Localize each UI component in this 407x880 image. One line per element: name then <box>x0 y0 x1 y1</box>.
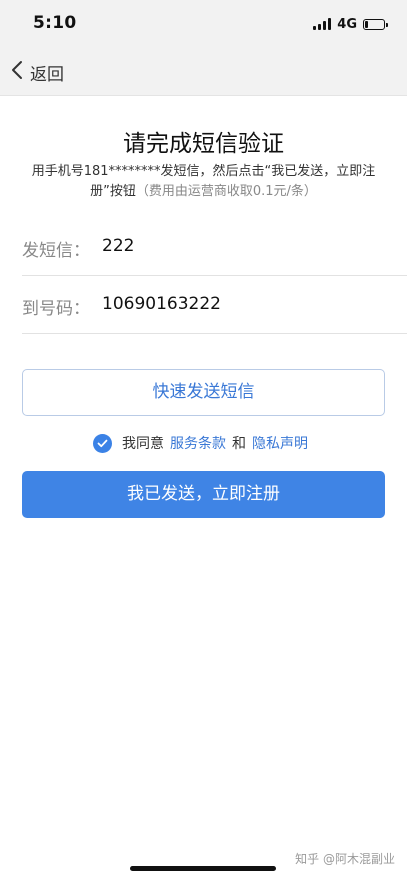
back-button[interactable]: 返回 <box>10 56 64 88</box>
signal-strength-icon <box>313 18 332 30</box>
navigation-bar: 返回 <box>0 48 407 96</box>
chevron-left-icon <box>10 60 24 84</box>
status-indicators: 4G <box>313 16 388 32</box>
agreement-conjunction: 和 <box>232 436 246 452</box>
fee-note: （费用由运营商收取0.1元/条） <box>135 184 317 199</box>
status-time: 5:10 <box>33 13 77 33</box>
instruction-text: 用手机号181********发短信，然后点击“我已发送，立即注册”按钮（费用由… <box>30 162 377 202</box>
agreement-prefix: 我同意 <box>122 436 164 452</box>
back-label: 返回 <box>30 64 64 85</box>
agreement-row: 我同意 服务条款 和 隐私声明 <box>0 432 407 454</box>
target-number-value: 10690163222 <box>102 294 221 314</box>
sms-content-row: 发短信： 222 <box>22 218 407 276</box>
sent-and-register-button[interactable]: 我已发送，立即注册 <box>22 471 385 518</box>
battery-icon <box>363 18 388 30</box>
target-number-label: 到号码： <box>22 299 90 319</box>
status-bar: 5:10 4G <box>0 0 407 48</box>
page-title: 请完成短信验证 <box>123 131 284 157</box>
terms-of-service-link[interactable]: 服务条款 <box>170 433 226 453</box>
quick-send-sms-button[interactable]: 快速发送短信 <box>22 369 385 416</box>
battery-level <box>365 20 368 28</box>
agreement-checkbox[interactable] <box>93 433 112 453</box>
sms-content-value: 222 <box>102 236 135 256</box>
privacy-policy-link[interactable]: 隐私声明 <box>252 433 308 453</box>
target-number-row: 到号码： 10690163222 <box>22 276 407 334</box>
sms-content-label: 发短信： <box>22 241 90 261</box>
home-indicator[interactable] <box>130 866 276 871</box>
watermark: 知乎 @阿木混副业 <box>295 852 395 866</box>
checkmark-icon <box>97 439 108 447</box>
network-type: 4G <box>337 16 357 32</box>
